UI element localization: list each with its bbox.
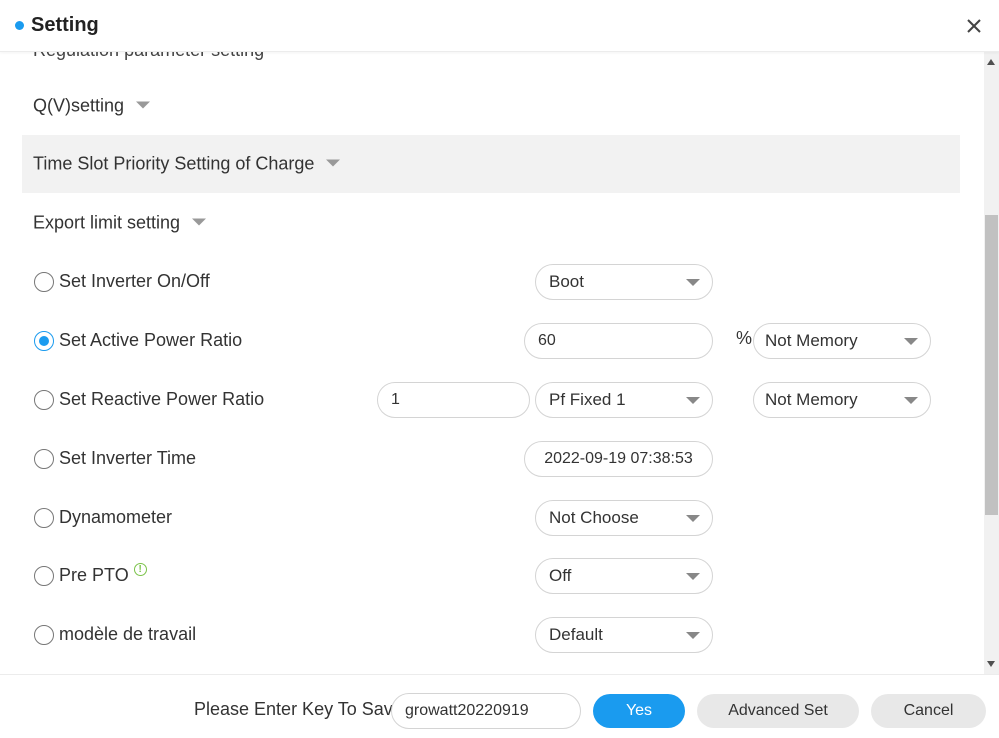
chevron-down-icon: [686, 397, 700, 404]
scrollbar-thumb[interactable]: [985, 215, 998, 515]
row-pre-pto: Pre PTO! Off: [0, 556, 984, 596]
chevron-down-icon: [686, 632, 700, 639]
save-key-label: Please Enter Key To Save: [194, 699, 403, 719]
radio-inverter-time[interactable]: [34, 449, 54, 469]
radio-inverter-onoff[interactable]: [34, 272, 54, 292]
row-label: Set Inverter On/Off: [59, 271, 210, 291]
radio-reactive-power[interactable]: [34, 390, 54, 410]
save-key-input[interactable]: growatt20220919: [391, 693, 581, 729]
inverter-time-picker[interactable]: 2022-09-19 07:38:53: [524, 441, 713, 477]
row-inverter-onoff: Set Inverter On/Off Boot: [0, 262, 984, 302]
radio-active-power[interactable]: [34, 331, 54, 351]
section-label: Q(V)setting: [33, 95, 125, 116]
row-dynamometer: Dynamometer Not Choose: [0, 498, 984, 538]
row-label: Set Active Power Ratio: [59, 330, 243, 350]
caret-down-icon: [192, 218, 207, 226]
row-work-mode: modèle de travail Default: [0, 615, 984, 655]
yes-button[interactable]: Yes: [593, 694, 685, 728]
section-regulation-parameter[interactable]: Regulation parameter setting: [33, 52, 264, 61]
section-export-limit[interactable]: Export limit setting: [22, 194, 960, 252]
reactive-memory-select[interactable]: Not Memory: [753, 382, 931, 418]
dialog-title: Setting: [31, 14, 99, 36]
scroll-down-icon[interactable]: [987, 661, 995, 667]
section-label: Time Slot Priority Setting of Charge: [33, 153, 315, 174]
row-label: Pre PTO: [59, 565, 129, 585]
row-label: modèle de travail: [59, 624, 197, 644]
radio-dynamometer[interactable]: [34, 508, 54, 528]
select-value: Not Memory: [765, 331, 858, 350]
advanced-set-button[interactable]: Advanced Set: [697, 694, 859, 728]
section-label: Export limit setting: [33, 212, 181, 233]
row-label: Set Inverter Time: [59, 448, 197, 468]
row-label: Dynamometer: [59, 507, 173, 527]
chevron-down-icon: [904, 397, 918, 404]
row-active-power: Set Active Power Ratio % Not Memory: [0, 321, 984, 361]
select-value: Not Choose: [549, 508, 639, 527]
vertical-scrollbar[interactable]: [984, 52, 999, 674]
status-dot-icon: [15, 21, 24, 30]
info-icon[interactable]: !: [133, 563, 147, 576]
row-reactive-power: Set Reactive Power Ratio Pf Fixed 1 Not …: [0, 380, 984, 420]
dialog-footer: Please Enter Key To Save growatt20220919…: [0, 674, 999, 738]
cancel-button[interactable]: Cancel: [871, 694, 986, 728]
scroll-up-icon[interactable]: [987, 59, 995, 65]
row-inverter-time: Set Inverter Time 2022-09-19 07:38:53: [0, 439, 984, 479]
radio-pre-pto[interactable]: [34, 566, 54, 586]
chevron-down-icon: [686, 279, 700, 286]
chevron-down-icon: [686, 573, 700, 580]
chevron-down-icon: [686, 515, 700, 522]
select-value: Not Memory: [765, 390, 858, 409]
radio-work-mode[interactable]: [34, 625, 54, 645]
reactive-mode-select[interactable]: Pf Fixed 1: [535, 382, 713, 418]
dynamometer-select[interactable]: Not Choose: [535, 500, 713, 536]
row-label: Set Reactive Power Ratio: [59, 389, 265, 409]
percent-unit: %: [736, 328, 753, 348]
active-power-input[interactable]: [524, 323, 713, 359]
pre-pto-select[interactable]: Off: [535, 558, 713, 594]
caret-down-icon: [326, 159, 341, 167]
settings-scroll-area: Regulation parameter setting Q(V)setting…: [0, 52, 984, 674]
dialog-header: Setting: [0, 0, 999, 52]
select-value: Default: [549, 625, 603, 644]
close-icon[interactable]: [962, 14, 986, 38]
section-qv-setting[interactable]: Q(V)setting: [22, 77, 960, 135]
select-value: Boot: [549, 272, 584, 291]
active-power-memory-select[interactable]: Not Memory: [753, 323, 931, 359]
select-value: Off: [549, 566, 572, 585]
select-value: Pf Fixed 1: [549, 390, 626, 409]
section-time-slot-priority[interactable]: Time Slot Priority Setting of Charge: [22, 135, 960, 193]
reactive-power-input[interactable]: [377, 382, 530, 418]
caret-down-icon: [136, 101, 151, 109]
work-mode-select[interactable]: Default: [535, 617, 713, 653]
onoff-select[interactable]: Boot: [535, 264, 713, 300]
chevron-down-icon: [904, 338, 918, 345]
